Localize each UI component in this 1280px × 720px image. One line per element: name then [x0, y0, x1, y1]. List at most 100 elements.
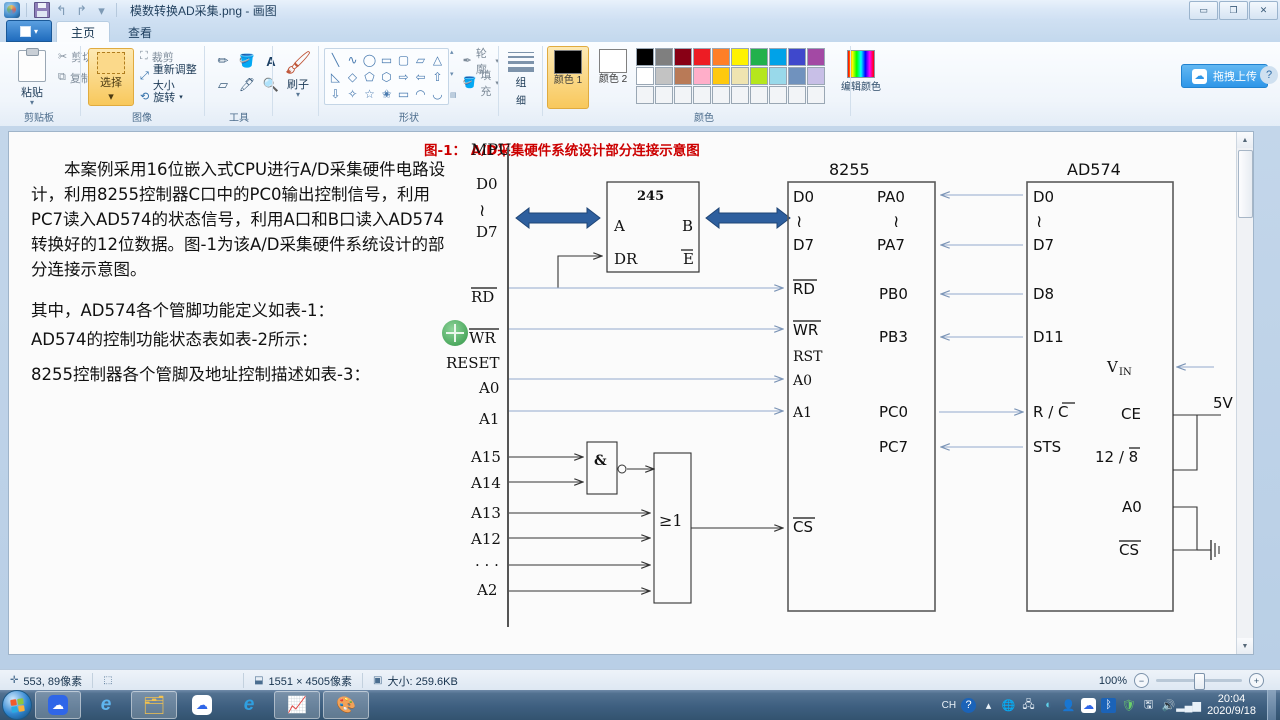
expand-tray-icon[interactable]: ▴ [981, 698, 996, 713]
device-icon[interactable]: 🖫 [1141, 698, 1156, 713]
select-button[interactable]: 选择 ▾ [88, 48, 134, 106]
shape-gallery-more-icon[interactable]: ▤ [450, 91, 457, 99]
save-icon[interactable] [33, 2, 50, 19]
canvas-vertical-scrollbar[interactable]: ▲ ▼ [1236, 132, 1253, 654]
shape-arrow-right-icon[interactable]: ⇨ [395, 68, 412, 85]
start-button[interactable] [2, 690, 32, 720]
bluetooth-icon[interactable]: ᛒ [1101, 697, 1117, 713]
file-menu-button[interactable]: ▾ [6, 20, 52, 42]
color1-button[interactable]: 颜色 1 [547, 46, 589, 109]
shape-gallery[interactable]: ╲ ∿ ◯ ▭ ▢ ▱ △ ◺ ◇ ⬠ ⬡ ⇨ ⇦ ⇧ ⇩ ✧ ☆ ✬ ▭ ◠ … [324, 48, 449, 105]
palette-swatch-1-0[interactable] [636, 67, 654, 85]
palette-swatch-1-5[interactable] [731, 67, 749, 85]
scroll-up-icon[interactable]: ▲ [1237, 132, 1253, 148]
taskbar-item-ie[interactable]: e [84, 692, 128, 718]
ime-indicator[interactable]: CH [942, 700, 956, 711]
shape-six-point-star-icon[interactable]: ✬ [378, 85, 395, 102]
shape-scroll-down-icon[interactable]: ▾ [450, 70, 457, 78]
zoom-slider-thumb[interactable] [1194, 673, 1205, 690]
app3-tray-icon[interactable]: ◐ [1041, 698, 1056, 713]
shape-arrow-down-icon[interactable]: ⇩ [327, 85, 344, 102]
paste-button[interactable]: 粘贴 ▾ [6, 46, 58, 107]
scrollbar-thumb[interactable] [1238, 150, 1253, 218]
palette-swatch-2-4[interactable] [712, 86, 730, 104]
paint-app-icon[interactable] [3, 2, 20, 19]
shape-rect-icon[interactable]: ▭ [378, 51, 395, 68]
undo-icon[interactable]: ↰ [53, 2, 70, 19]
brush-dropdown-icon[interactable]: ▾ [296, 91, 300, 99]
eraser-icon[interactable]: ▱ [212, 74, 234, 96]
netdisk-tray-icon[interactable]: ☁ [1081, 697, 1097, 713]
palette-swatch-1-2[interactable] [674, 67, 692, 85]
palette-swatch-1-3[interactable] [693, 67, 711, 85]
fill-icon[interactable]: 🪣 [236, 50, 258, 72]
show-desktop-button[interactable] [1267, 690, 1276, 720]
palette-swatch-2-9[interactable] [807, 86, 825, 104]
shape-gallery-scroll[interactable]: ▴ ▾ ▤ [450, 48, 457, 99]
shape-four-point-star-icon[interactable]: ✧ [344, 85, 361, 102]
shape-righttriangle-icon[interactable]: ◺ [327, 68, 344, 85]
shape-scroll-up-icon[interactable]: ▴ [450, 48, 457, 56]
palette-swatch-1-1[interactable] [655, 67, 673, 85]
shape-callout-cloud-icon[interactable]: ◡ [429, 85, 446, 102]
palette-swatch-1-7[interactable] [769, 67, 787, 85]
palette-swatch-1-8[interactable] [788, 67, 806, 85]
network-icon[interactable]: ▂▄▆ [1176, 698, 1201, 713]
clock[interactable]: 20:04 2020/9/18 [1201, 693, 1262, 717]
palette-swatch-0-4[interactable] [712, 48, 730, 66]
color2-button[interactable]: 颜色 2 [593, 46, 633, 107]
image-canvas[interactable]: 本案例采用16位嵌入式CPU进行A/D采集硬件电路设计，利用8255控制器C口中… [8, 131, 1254, 655]
zoom-out-button[interactable]: − [1134, 673, 1149, 688]
customize-qat-icon[interactable]: ▾ [93, 2, 110, 19]
resize-button[interactable]: ⤢ 重新调整大小 [140, 64, 202, 92]
palette-swatch-2-7[interactable] [769, 86, 787, 104]
help-tray-icon[interactable]: ? [961, 697, 977, 713]
palette-swatch-1-6[interactable] [750, 67, 768, 85]
palette-swatch-0-1[interactable] [655, 48, 673, 66]
shape-line-icon[interactable]: ╲ [327, 51, 344, 68]
palette-swatch-2-2[interactable] [674, 86, 692, 104]
shape-callout-round-icon[interactable]: ◠ [412, 85, 429, 102]
palette-swatch-0-7[interactable] [769, 48, 787, 66]
app1-tray-icon[interactable]: 🌐 [1001, 698, 1016, 713]
taskbar-item-app[interactable]: 📈 [274, 691, 320, 719]
redo-icon[interactable]: ↱ [73, 2, 90, 19]
shape-arrow-left-icon[interactable]: ⇦ [412, 68, 429, 85]
shape-triangle-icon[interactable]: △ [429, 51, 446, 68]
help-icon[interactable]: ? [1260, 66, 1278, 84]
thickness-button[interactable]: 组 细 [495, 48, 547, 107]
shape-diamond-icon[interactable]: ◇ [344, 68, 361, 85]
palette-swatch-0-8[interactable] [788, 48, 806, 66]
color-picker-icon[interactable]: 🖊 [236, 74, 258, 96]
zoom-slider[interactable] [1156, 673, 1242, 690]
palette-swatch-1-9[interactable] [807, 67, 825, 85]
palette-swatch-0-0[interactable] [636, 48, 654, 66]
palette-swatch-0-5[interactable] [731, 48, 749, 66]
palette-swatch-2-0[interactable] [636, 86, 654, 104]
shape-arrow-up-icon[interactable]: ⇧ [429, 68, 446, 85]
rotate-dropdown-icon[interactable]: ▾ [179, 93, 183, 101]
shape-parallelogram-icon[interactable]: ▱ [412, 51, 429, 68]
palette-swatch-0-6[interactable] [750, 48, 768, 66]
paste-dropdown-icon[interactable]: ▾ [30, 99, 34, 107]
shape-callout-rect-icon[interactable]: ▭ [395, 85, 412, 102]
app2-tray-icon[interactable]: 🖧 [1021, 698, 1036, 713]
security-icon[interactable]: 🛡 [1121, 698, 1136, 713]
palette-swatch-0-3[interactable] [693, 48, 711, 66]
tab-view[interactable]: 查看 [114, 22, 166, 42]
shape-curve-icon[interactable]: ∿ [344, 51, 361, 68]
tab-home[interactable]: 主页 [56, 21, 111, 42]
upload-button[interactable]: ☁ 拖拽上传 [1181, 64, 1268, 88]
palette-swatch-2-5[interactable] [731, 86, 749, 104]
scroll-down-icon[interactable]: ▼ [1237, 638, 1253, 654]
volume-icon[interactable]: 🔊 [1161, 698, 1176, 713]
palette-swatch-2-1[interactable] [655, 86, 673, 104]
palette-swatch-2-3[interactable] [693, 86, 711, 104]
pencil-icon[interactable]: ✏ [212, 50, 234, 72]
palette-swatch-0-9[interactable] [807, 48, 825, 66]
app4-tray-icon[interactable]: 👤 [1061, 698, 1076, 713]
color-palette[interactable] [636, 48, 825, 104]
palette-swatch-0-2[interactable] [674, 48, 692, 66]
shape-roundrect-icon[interactable]: ▢ [395, 51, 412, 68]
fill-button[interactable]: 🪣 填充 ▾ [463, 70, 499, 98]
